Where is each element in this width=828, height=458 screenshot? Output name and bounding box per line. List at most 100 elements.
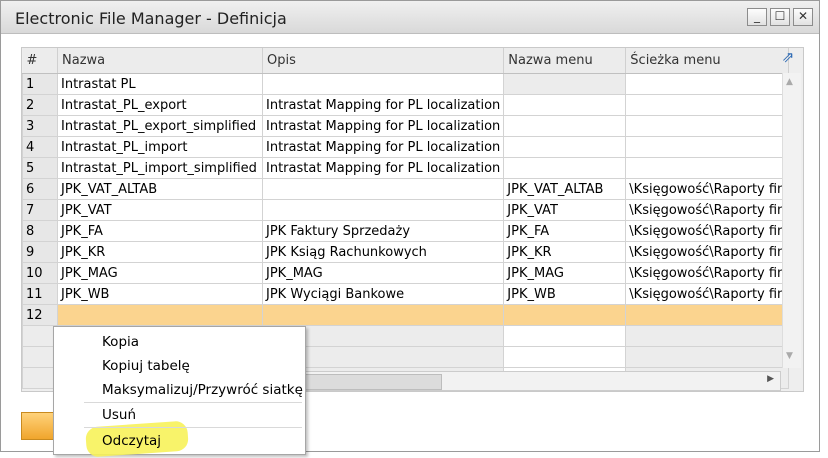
sciezka-menu-cell[interactable]: \Księgowość\Raporty fin <box>625 178 790 200</box>
table-row[interactable]: 6 JPK_VAT_ALTAB JPK_VAT_ALTAB \Księgowość\R… <box>22 178 790 200</box>
column-header-number[interactable]: # <box>22 48 58 74</box>
opis-cell[interactable]: JPK_MAG <box>261 262 505 284</box>
table-row[interactable]: 7 JPK_VAT JPK_VAT \Księgowość\Raporty fin <box>22 199 790 221</box>
nazwa-cell[interactable]: Intrastat_PL_import_simplified <box>57 157 263 179</box>
nazwa-menu-cell[interactable]: JPK_FA <box>503 220 627 242</box>
header-row: # Nazwa Opis Nazwa menu Ścieżka menu <box>22 48 790 74</box>
scroll-up-icon[interactable]: ▲ <box>786 77 793 87</box>
sciezka-menu-cell[interactable] <box>625 115 790 137</box>
minimize-button[interactable]: _ <box>747 8 767 26</box>
sciezka-menu-cell[interactable] <box>625 73 790 95</box>
menu-item-usun[interactable]: Usuń <box>102 407 136 423</box>
row-number-cell: 8 <box>22 220 58 242</box>
table-row[interactable]: 5 Intrastat_PL_import_simplified Intrastat… <box>22 157 790 179</box>
nazwa-menu-cell[interactable] <box>503 304 627 326</box>
opis-cell[interactable] <box>261 178 505 200</box>
sciezka-menu-cell[interactable] <box>625 157 790 179</box>
expand-arrow-icon[interactable]: ⇗ <box>780 49 796 65</box>
table-row[interactable]: 11 JPK_WB JPK Wyciągi Bankowe JPK_WB \Księgo… <box>22 283 790 305</box>
column-header-opis[interactable]: Opis <box>262 48 505 74</box>
opis-cell[interactable]: JPK Faktury Sprzedaży <box>261 220 505 242</box>
table-row[interactable]: 9 JPK_KR JPK Ksiąg Rachunkowych JPK_KR \Księ… <box>22 241 790 263</box>
close-button[interactable]: ✕ <box>793 8 813 26</box>
nazwa-cell[interactable]: JPK_KR <box>57 241 263 263</box>
sciezka-menu-cell[interactable] <box>625 136 790 158</box>
table-row[interactable]: 3 Intrastat_PL_export_simplified Intrastat… <box>22 115 790 137</box>
nazwa-cell[interactable]: Intrastat PL <box>57 73 263 95</box>
row-number-cell: 1 <box>22 73 58 95</box>
window-title: Electronic File Manager - Definicja <box>15 9 287 28</box>
empty-cell <box>625 325 790 347</box>
opis-cell[interactable]: JPK Ksiąg Rachunkowych <box>261 241 505 263</box>
nazwa-cell[interactable]: Intrastat_PL_export <box>57 94 263 116</box>
nazwa-menu-cell[interactable] <box>503 73 627 95</box>
sciezka-menu-cell[interactable]: \Księgowość\Raporty fin <box>625 199 790 221</box>
opis-cell[interactable]: Intrastat Mapping for PL localization <box>261 157 505 179</box>
table-row[interactable]: 10 JPK_MAG JPK_MAG JPK_MAG \Księgowość\Rapor… <box>22 262 790 284</box>
nazwa-cell[interactable]: Intrastat_PL_import <box>57 136 263 158</box>
nazwa-menu-cell[interactable] <box>503 94 627 116</box>
menu-item-maksymalizuj[interactable]: Maksymalizuj/Przywróć siatkę <box>102 382 303 398</box>
menu-item-kopiuj-tabele[interactable]: Kopiuj tabelę <box>102 358 190 374</box>
title-bar[interactable]: Electronic File Manager - Definicja _ ☐ … <box>1 1 819 34</box>
app-window: Electronic File Manager - Definicja _ ☐ … <box>0 0 820 458</box>
sciezka-menu-cell[interactable]: \Księgowość\Raporty fin <box>625 262 790 284</box>
empty-cell <box>503 346 627 368</box>
nazwa-cell[interactable]: JPK_WB <box>57 283 263 305</box>
row-number-cell: 6 <box>22 178 58 200</box>
vertical-scrollbar[interactable]: ▲ ▼ <box>782 73 801 368</box>
column-header-nazwa[interactable]: Nazwa <box>57 48 263 74</box>
maximize-button[interactable]: ☐ <box>770 8 790 26</box>
nazwa-menu-cell[interactable]: JPK_WB <box>503 283 627 305</box>
nazwa-menu-cell[interactable]: JPK_VAT_ALTAB <box>503 178 627 200</box>
scroll-down-icon[interactable]: ▼ <box>786 351 793 361</box>
column-header-nazwa-menu[interactable]: Nazwa menu <box>503 48 627 74</box>
table-row[interactable]: 4 Intrastat_PL_import Intrastat Mapping fo… <box>22 136 790 158</box>
opis-cell[interactable]: Intrastat Mapping for PL localization <box>261 136 505 158</box>
sciezka-menu-cell[interactable]: \Księgowość\Raporty fin <box>625 283 790 305</box>
sciezka-menu-cell[interactable] <box>625 94 790 116</box>
menu-separator <box>84 427 302 428</box>
opis-cell[interactable]: Intrastat Mapping for PL localization <box>261 94 505 116</box>
empty-cell <box>503 325 627 347</box>
opis-cell[interactable] <box>261 199 505 221</box>
nazwa-cell[interactable]: JPK_FA <box>57 220 263 242</box>
menu-separator <box>84 402 302 403</box>
nazwa-cell[interactable]: JPK_VAT <box>57 199 263 221</box>
nazwa-menu-cell[interactable]: JPK_MAG <box>503 262 627 284</box>
nazwa-cell[interactable]: JPK_MAG <box>57 262 263 284</box>
table-row[interactable]: 8 JPK_FA JPK Faktury Sprzedaży JPK_FA \Księg… <box>22 220 790 242</box>
row-number-cell: 4 <box>22 136 58 158</box>
scroll-right-icon[interactable]: ▶ <box>767 374 774 384</box>
nazwa-menu-cell[interactable]: JPK_KR <box>503 241 627 263</box>
nazwa-menu-cell[interactable] <box>503 157 627 179</box>
nazwa-menu-cell[interactable]: JPK_VAT <box>503 199 627 221</box>
opis-cell[interactable] <box>261 73 505 95</box>
row-number-cell: 10 <box>22 262 58 284</box>
row-number-cell: 5 <box>22 157 58 179</box>
row-number-cell: 11 <box>22 283 58 305</box>
menu-item-kopia[interactable]: Kopia <box>102 334 139 350</box>
sciezka-menu-cell[interactable]: \Księgowość\Raporty fin <box>625 241 790 263</box>
horizontal-scrollbar[interactable]: ▶ <box>301 371 781 391</box>
empty-cell <box>625 346 790 368</box>
opis-cell[interactable]: JPK Wyciągi Bankowe <box>261 283 505 305</box>
nazwa-cell[interactable]: JPK_VAT_ALTAB <box>57 178 263 200</box>
nazwa-cell[interactable]: Intrastat_PL_export_simplified <box>57 115 263 137</box>
table-row[interactable]: 12 <box>22 304 790 326</box>
nazwa-cell[interactable] <box>57 304 263 326</box>
table-row[interactable]: 1 Intrastat PL <box>22 73 790 95</box>
row-number-cell: 9 <box>22 241 58 263</box>
nazwa-menu-cell[interactable] <box>503 115 627 137</box>
context-menu: Kopia Kopiuj tabelę Maksymalizuj/Przywró… <box>53 326 306 458</box>
table-row[interactable]: 2 Intrastat_PL_export Intrastat Mapping fo… <box>22 94 790 116</box>
column-header-sciezka-menu[interactable]: Ścieżka menu <box>625 48 790 74</box>
sciezka-menu-cell[interactable]: \Księgowość\Raporty fin <box>625 220 790 242</box>
row-number-cell: 2 <box>22 94 58 116</box>
sciezka-menu-cell[interactable] <box>625 304 790 326</box>
nazwa-menu-cell[interactable] <box>503 136 627 158</box>
opis-cell[interactable] <box>261 304 505 326</box>
opis-cell[interactable]: Intrastat Mapping for PL localization <box>261 115 505 137</box>
horizontal-scroll-thumb[interactable] <box>302 374 442 390</box>
menu-item-odczytaj[interactable]: Odczytaj <box>102 433 161 449</box>
